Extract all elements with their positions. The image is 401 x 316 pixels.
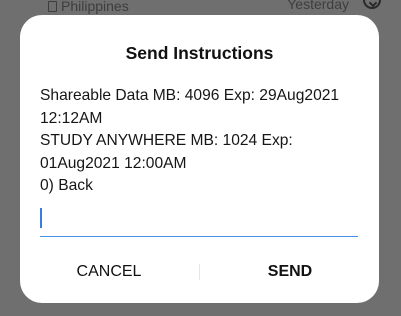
send-button[interactable]: SEND — [215, 258, 365, 286]
message-line: Shareable Data MB: 4096 Exp: 29Aug2021 — [40, 87, 340, 104]
background-subtitle: Philippines — [48, 0, 129, 14]
sim-icon — [48, 0, 57, 12]
button-divider — [199, 264, 200, 280]
message-line: 12:12AM — [40, 109, 103, 127]
background-timestamp: Yesterday — [287, 0, 349, 12]
reply-input[interactable] — [40, 205, 358, 237]
dialog-actions: CANCEL SEND — [20, 258, 379, 286]
message-line: STUDY ANYWHERE MB: 1024 Exp: — [40, 132, 293, 149]
dialog-title: Send Instructions — [125, 43, 274, 63]
dialog-message: Shareable Data MB: 4096 Exp: 29Aug2021 1… — [40, 85, 370, 198]
send-instructions-dialog: Send Instructions Shareable Data MB: 409… — [20, 15, 379, 303]
chevron-circle-icon — [363, 0, 381, 9]
message-line: 0) Back — [40, 177, 93, 194]
message-line: 01Aug2021 12:00AM — [40, 154, 187, 172]
cancel-button[interactable]: CANCEL — [34, 258, 184, 286]
background-subtitle-text: Philippines — [61, 0, 129, 14]
text-cursor — [40, 208, 42, 228]
